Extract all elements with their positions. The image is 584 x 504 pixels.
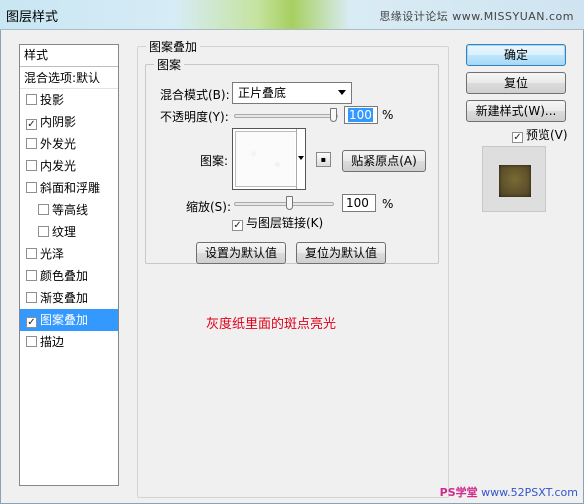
checked-checkbox-icon[interactable]: ✓	[26, 119, 37, 130]
reset-to-default-button[interactable]: 复位为默认值	[296, 242, 386, 264]
style-list-item-label: 内阴影	[40, 115, 77, 129]
style-list-item[interactable]: 斜面和浮雕	[20, 177, 118, 199]
window-title: 图层样式	[6, 10, 59, 25]
opacity-label: 不透明度(Y):	[160, 110, 229, 124]
footer-watermark-url: www.52PSXT.com	[481, 486, 578, 499]
checkbox-icon[interactable]	[38, 226, 49, 237]
blend-mode-select[interactable]: 正片叠底	[232, 82, 352, 104]
blend-mode-value: 正片叠底	[238, 86, 287, 100]
style-list-item[interactable]: 等高线	[20, 199, 118, 221]
link-with-layer-label: 与图层链接(K)	[246, 216, 324, 230]
style-list-item[interactable]: 内发光	[20, 155, 118, 177]
checkbox-icon[interactable]	[26, 248, 37, 259]
style-list-item[interactable]: 描边	[20, 331, 118, 353]
checkbox-icon[interactable]	[26, 270, 37, 281]
checkbox-icon[interactable]	[26, 94, 37, 105]
style-list-item[interactable]: 渐变叠加	[20, 287, 118, 309]
footer-watermark: PS学堂 www.52PSXT.com	[440, 484, 578, 500]
style-list-item-label: 光泽	[40, 247, 65, 261]
style-list-item[interactable]: ✓ 图案叠加	[20, 309, 118, 331]
style-list-item-label: 纹理	[52, 225, 77, 239]
watermark-text: 思缘设计论坛 www.MISSYUAN.com	[379, 10, 574, 23]
scale-input[interactable]: 100	[342, 194, 376, 212]
checkbox-icon[interactable]	[26, 160, 37, 171]
link-with-layer-checkbox[interactable]: ✓ 与图层链接(K)	[232, 214, 323, 231]
scale-percent: %	[382, 197, 394, 211]
new-preset-icon[interactable]: ▪	[316, 152, 331, 167]
pattern-overlay-title: 图案叠加	[146, 38, 201, 55]
style-list-item[interactable]: 外发光	[20, 133, 118, 155]
opacity-value: 100	[348, 108, 373, 122]
scale-slider-track[interactable]	[234, 202, 334, 206]
style-items: 投影 ✓ 内阴影 外发光 内发光 斜面和浮雕 等高线 纹理 光泽 颜色叠加 渐变叠加 ✓ 图案叠加 描边	[20, 89, 118, 353]
opacity-slider-thumb[interactable]	[330, 108, 337, 122]
checked-checkbox-icon[interactable]: ✓	[26, 317, 37, 328]
blend-options-item[interactable]: 混合选项:默认	[20, 67, 118, 89]
style-list-item-label: 内发光	[40, 159, 77, 173]
style-list-item-label: 图案叠加	[40, 313, 89, 327]
checkbox-icon[interactable]	[26, 182, 37, 193]
pattern-thumbnail	[236, 132, 295, 186]
chevron-down-icon	[338, 90, 346, 95]
reset-button[interactable]: 复位	[466, 72, 566, 94]
pattern-subgroup-title: 图案	[154, 56, 185, 73]
opacity-slider-track[interactable]	[234, 114, 338, 118]
opacity-percent: %	[382, 108, 394, 122]
pattern-dropdown-icon[interactable]	[296, 129, 305, 189]
pattern-label: 图案:	[200, 154, 229, 168]
make-default-button[interactable]: 设置为默认值	[196, 242, 286, 264]
scale-label: 缩放(S):	[186, 200, 232, 214]
annotation-text: 灰度纸里面的斑点亮光	[206, 317, 337, 332]
style-list-item-label: 斜面和浮雕	[40, 181, 101, 195]
blend-mode-label: 混合模式(B):	[160, 88, 230, 102]
style-list-item[interactable]: 颜色叠加	[20, 265, 118, 287]
style-list-item[interactable]: 投影	[20, 89, 118, 111]
checkbox-icon[interactable]	[26, 336, 37, 347]
style-list-item-label: 投影	[40, 93, 65, 107]
style-list-item[interactable]: 光泽	[20, 243, 118, 265]
preview-checkbox[interactable]: ✓ 预览(V)	[512, 126, 568, 143]
style-list-item-label: 等高线	[52, 203, 89, 217]
pattern-picker[interactable]	[232, 128, 306, 190]
scale-value: 100	[346, 196, 369, 210]
checkbox-icon[interactable]	[26, 138, 37, 149]
checkbox-icon[interactable]	[38, 204, 49, 215]
preview-sample	[499, 165, 531, 197]
title-bar: 图层样式 思缘设计论坛 www.MISSYUAN.com	[0, 0, 584, 30]
opacity-input[interactable]: 100	[344, 106, 378, 124]
checkbox-icon[interactable]	[26, 292, 37, 303]
scale-slider-thumb[interactable]	[286, 196, 293, 210]
style-list-item-label: 颜色叠加	[40, 269, 89, 283]
style-list-item[interactable]: 纹理	[20, 221, 118, 243]
style-list-item[interactable]: ✓ 内阴影	[20, 111, 118, 133]
style-list-item-label: 外发光	[40, 137, 77, 151]
style-list-header[interactable]: 样式	[20, 45, 118, 67]
check-icon: ✓	[512, 132, 523, 143]
check-icon: ✓	[232, 220, 243, 231]
footer-watermark-ps: PS学堂	[439, 486, 478, 499]
style-preview	[482, 146, 546, 212]
preview-label: 预览(V)	[526, 128, 568, 142]
style-list-item-label: 描边	[40, 335, 65, 349]
snap-to-origin-button[interactable]: 贴紧原点(A)	[342, 150, 426, 172]
ok-button[interactable]: 确定	[466, 44, 566, 66]
new-style-button[interactable]: 新建样式(W)...	[466, 100, 566, 122]
style-list: 样式 混合选项:默认 投影 ✓ 内阴影 外发光 内发光 斜面和浮雕 等高线 纹理 光泽 颜色叠加渐…	[19, 44, 119, 486]
style-list-item-label: 渐变叠加	[40, 291, 89, 305]
